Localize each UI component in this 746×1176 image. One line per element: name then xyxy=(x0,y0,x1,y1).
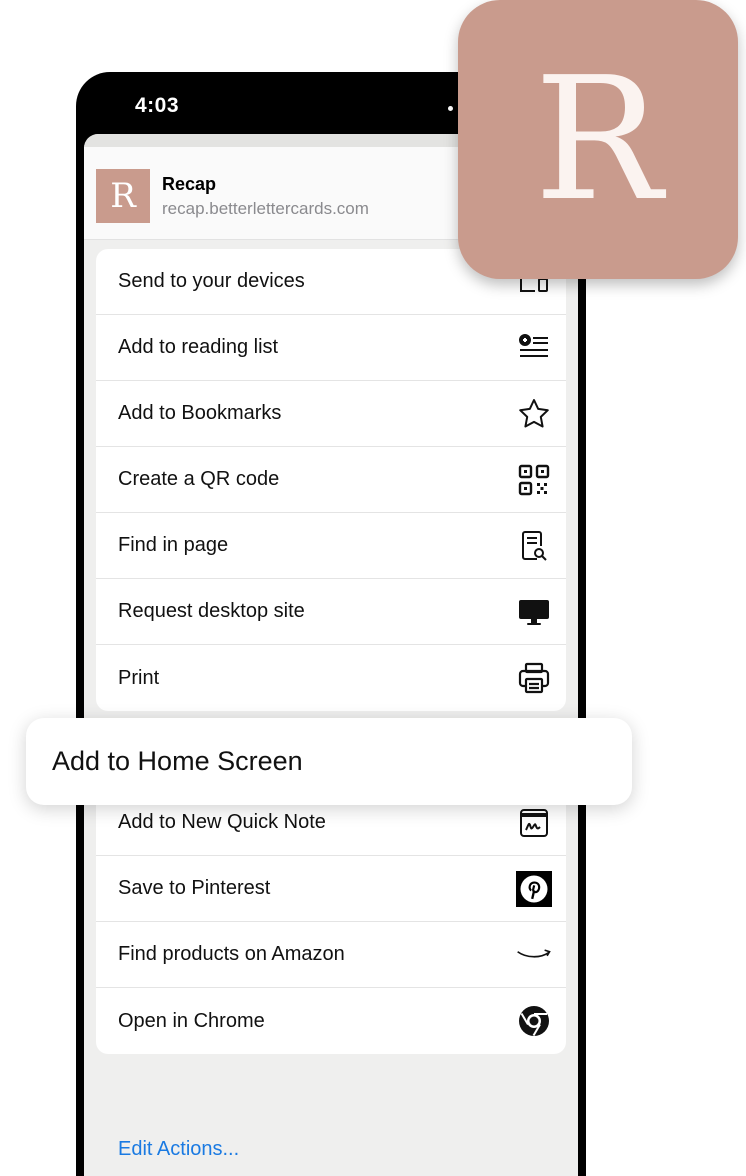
action-add-to-bookmarks[interactable]: Add to Bookmarks xyxy=(96,381,566,447)
site-url: recap.betterlettercards.com xyxy=(162,199,369,218)
actions-list: Send to your devices Add to reading list… xyxy=(96,249,566,711)
action-save-to-pinterest[interactable]: Save to Pinterest xyxy=(96,856,566,922)
status-indicator xyxy=(448,106,453,111)
action-request-desktop-site[interactable]: Request desktop site xyxy=(96,579,566,645)
star-icon xyxy=(516,396,552,432)
action-label: Add to Bookmarks xyxy=(118,402,282,424)
more-actions-list: Add to New Quick Note Save to Pinterest … xyxy=(96,790,566,1054)
share-sheet: R Recap recap.betterlettercards.com Send… xyxy=(84,134,578,1176)
action-add-to-reading-list[interactable]: Add to reading list xyxy=(96,315,566,381)
action-label: Create a QR code xyxy=(118,468,280,490)
action-print[interactable]: Print xyxy=(96,645,566,711)
reading-list-icon xyxy=(516,330,552,366)
action-label: Open in Chrome xyxy=(118,1009,265,1032)
status-time: 4:03 xyxy=(135,94,180,117)
pinterest-icon xyxy=(516,870,552,907)
action-find-in-page[interactable]: Find in page xyxy=(96,513,566,579)
action-open-in-chrome[interactable]: Open in Chrome xyxy=(96,988,566,1054)
quick-note-icon xyxy=(516,805,552,841)
action-label: Print xyxy=(118,666,160,689)
action-label: Save to Pinterest xyxy=(118,877,271,899)
site-title: Recap xyxy=(162,174,217,194)
action-label: Find products on Amazon xyxy=(118,943,345,965)
add-to-home-screen-button[interactable]: Add to Home Screen xyxy=(26,718,632,805)
app-icon: R xyxy=(458,0,738,279)
printer-icon xyxy=(516,660,552,696)
site-favicon: R xyxy=(96,169,150,223)
action-label: Request desktop site xyxy=(118,600,305,622)
add-to-home-screen-label: Add to Home Screen xyxy=(52,746,303,776)
chrome-icon xyxy=(516,1003,552,1039)
action-find-products-on-amazon[interactable]: Find products on Amazon xyxy=(96,922,566,988)
action-label: Add to reading list xyxy=(118,336,279,358)
amazon-icon xyxy=(516,937,552,973)
action-label: Send to your devices xyxy=(118,270,305,292)
action-create-qr-code[interactable]: Create a QR code xyxy=(96,447,566,513)
action-label: Find in page xyxy=(118,534,229,556)
edit-actions-link[interactable]: Edit Actions... xyxy=(118,1138,239,1161)
action-label: Add to New Quick Note xyxy=(118,811,326,833)
find-in-page-icon xyxy=(516,528,552,564)
qr-code-icon xyxy=(516,462,552,498)
desktop-icon xyxy=(516,594,552,630)
